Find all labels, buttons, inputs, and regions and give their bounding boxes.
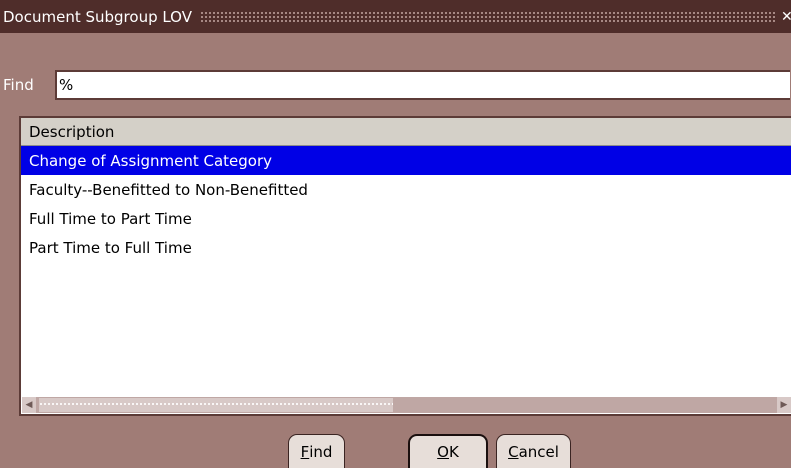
- title-grip: [200, 11, 775, 22]
- scroll-thumb[interactable]: [39, 398, 393, 412]
- horizontal-scrollbar[interactable]: ◀ ▶: [22, 397, 791, 413]
- list-item[interactable]: Part Time to Full Time: [21, 233, 791, 262]
- ok-button-label: K: [448, 443, 459, 461]
- scroll-left-arrow-icon[interactable]: ◀: [22, 397, 36, 413]
- ok-button[interactable]: OK: [408, 434, 488, 468]
- list-item[interactable]: Faculty--Benefitted to Non-Benefitted: [21, 175, 791, 204]
- scroll-right-arrow-icon[interactable]: ▶: [777, 397, 791, 413]
- list-rows: Change of Assignment Category Faculty--B…: [21, 146, 791, 262]
- cancel-button[interactable]: Cancel: [496, 434, 571, 468]
- find-label: Find: [3, 76, 34, 94]
- ok-button-mnemonic: O: [437, 443, 449, 461]
- list-item[interactable]: Change of Assignment Category: [21, 146, 791, 175]
- find-button-mnemonic: F: [300, 442, 310, 461]
- find-button[interactable]: Find: [288, 434, 345, 468]
- cancel-button-mnemonic: C: [508, 442, 519, 461]
- find-input[interactable]: [55, 70, 790, 100]
- window-title: Document Subgroup LOV: [3, 7, 192, 26]
- find-button-label: ind: [309, 442, 333, 461]
- close-icon[interactable]: ✕: [781, 9, 791, 25]
- column-header-description[interactable]: Description: [21, 118, 791, 146]
- cancel-button-label: ancel: [518, 442, 559, 461]
- find-row: Find: [0, 70, 55, 100]
- title-bar[interactable]: Document Subgroup LOV ✕: [0, 0, 791, 33]
- results-list[interactable]: Description Change of Assignment Categor…: [19, 116, 791, 416]
- list-item[interactable]: Full Time to Part Time: [21, 204, 791, 233]
